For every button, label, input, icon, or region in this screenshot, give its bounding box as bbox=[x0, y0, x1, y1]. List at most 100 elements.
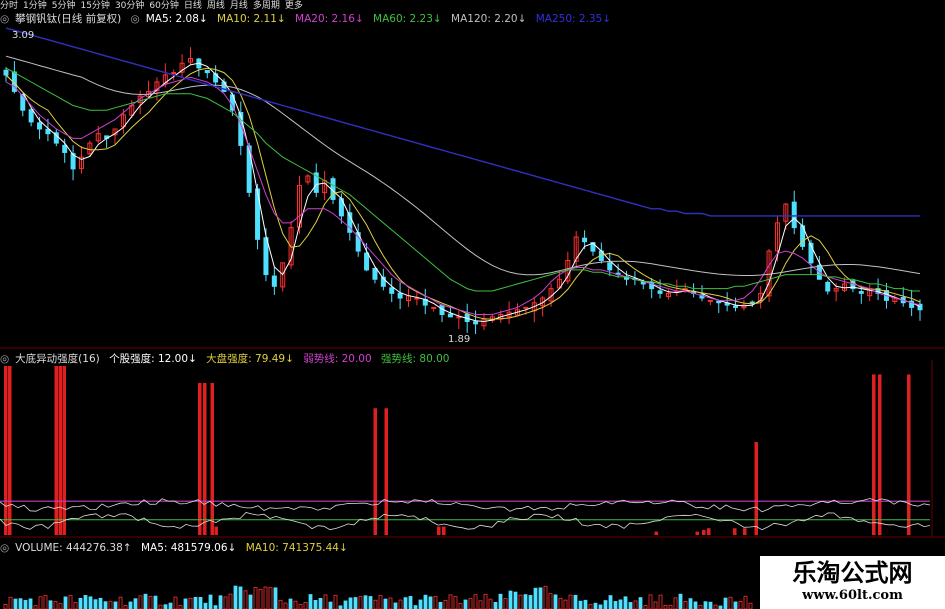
candle-body bbox=[607, 262, 613, 271]
market-strength-line bbox=[0, 512, 931, 531]
signal-bar bbox=[214, 526, 218, 535]
volume-bar bbox=[568, 594, 573, 609]
volume-bar bbox=[438, 601, 443, 609]
volume-bar bbox=[48, 600, 53, 609]
candle-body bbox=[364, 252, 370, 271]
volume-bar bbox=[373, 599, 378, 609]
volume-bar bbox=[158, 604, 163, 609]
volume-bar bbox=[348, 597, 353, 609]
volume-bar bbox=[133, 598, 138, 609]
ma10-line bbox=[5, 67, 921, 320]
candle-body bbox=[255, 188, 261, 240]
volume-bar bbox=[623, 596, 628, 609]
volume-bar bbox=[648, 594, 653, 609]
candle-body bbox=[858, 291, 864, 294]
volume-bar bbox=[608, 595, 613, 609]
volume-bar bbox=[433, 596, 438, 609]
volume-bar bbox=[28, 598, 33, 609]
volume-bar bbox=[643, 605, 648, 609]
volume-bar bbox=[513, 591, 518, 609]
volume-bar bbox=[508, 590, 513, 609]
signal-bar bbox=[878, 374, 882, 535]
watermark-url: www.60lt.com bbox=[802, 588, 903, 603]
volume-bar bbox=[173, 596, 178, 609]
volume-bar bbox=[43, 595, 48, 609]
volume-bar bbox=[143, 593, 148, 609]
volume-bar bbox=[323, 594, 328, 609]
volume-bar bbox=[178, 605, 183, 609]
candle-body bbox=[3, 69, 9, 76]
ma60-line bbox=[5, 67, 920, 292]
volume-bar bbox=[483, 593, 488, 609]
volume-bar bbox=[423, 594, 428, 609]
volume-bar bbox=[293, 600, 298, 609]
stock-chart[interactable]: 3.09 1.89 bbox=[0, 0, 945, 609]
volume-bar bbox=[428, 596, 433, 609]
volume-bar bbox=[613, 601, 618, 609]
volume-bar bbox=[388, 597, 393, 609]
candle-body bbox=[263, 237, 269, 276]
signal-bar bbox=[437, 526, 441, 535]
volume-bar bbox=[113, 601, 118, 609]
signal-bar bbox=[707, 528, 711, 535]
volume-bar bbox=[93, 599, 98, 609]
volume-bar bbox=[603, 600, 608, 609]
candle-body bbox=[171, 72, 177, 75]
volume-bar bbox=[208, 594, 213, 609]
volume-bar bbox=[103, 601, 108, 609]
volume-bar bbox=[523, 594, 528, 609]
low-price-label: 1.89 bbox=[448, 334, 470, 345]
volume-bar bbox=[708, 601, 713, 609]
volume-bar bbox=[328, 601, 333, 609]
volume-bar bbox=[73, 602, 78, 609]
candle-body bbox=[749, 301, 755, 304]
volume-bar bbox=[228, 593, 233, 609]
volume-bar bbox=[278, 599, 283, 609]
volume-bar bbox=[738, 601, 743, 609]
candle-body bbox=[204, 69, 210, 74]
volume-bar bbox=[653, 601, 658, 609]
volume-bar bbox=[543, 585, 548, 609]
volume-bar bbox=[503, 598, 508, 609]
volume-bar bbox=[318, 598, 323, 609]
volume-bar bbox=[303, 601, 308, 609]
volume-bar bbox=[533, 587, 538, 609]
signal-bar bbox=[907, 374, 911, 535]
volume-bar bbox=[88, 596, 93, 609]
volume-bar bbox=[198, 597, 203, 609]
volume-bar bbox=[118, 596, 123, 609]
volume-bar bbox=[658, 594, 663, 609]
volume-bar bbox=[378, 595, 383, 609]
volume-bar bbox=[673, 597, 678, 609]
volume-bar bbox=[3, 604, 8, 609]
volume-bar bbox=[308, 594, 313, 609]
volume-bar bbox=[713, 604, 718, 609]
volume-bar bbox=[688, 598, 693, 609]
candle-body bbox=[825, 281, 831, 292]
volume-bar bbox=[353, 597, 358, 609]
ma250-line bbox=[5, 27, 920, 217]
volume-bar bbox=[453, 596, 458, 609]
volume-bar bbox=[693, 601, 698, 609]
candle-body bbox=[707, 299, 713, 302]
volume-bar bbox=[668, 604, 673, 609]
volume-bar bbox=[748, 602, 753, 609]
signal-bar bbox=[58, 366, 62, 535]
volume-bar bbox=[138, 595, 143, 609]
volume-bar bbox=[403, 597, 408, 609]
volume-bar bbox=[558, 597, 563, 609]
volume-bar bbox=[698, 604, 703, 609]
volume-bar bbox=[273, 587, 278, 609]
volume-bar bbox=[723, 597, 728, 609]
volume-bar bbox=[358, 596, 363, 609]
volume-bar bbox=[38, 596, 43, 609]
volume-bar bbox=[193, 596, 198, 609]
volume-bar bbox=[398, 599, 403, 609]
candle-body bbox=[473, 321, 479, 325]
volume-bar bbox=[458, 603, 463, 609]
volume-bar bbox=[203, 602, 208, 609]
volume-bar bbox=[233, 585, 238, 609]
candle-body bbox=[716, 300, 722, 304]
volume-bar bbox=[218, 595, 223, 609]
volume-bar bbox=[288, 598, 293, 609]
